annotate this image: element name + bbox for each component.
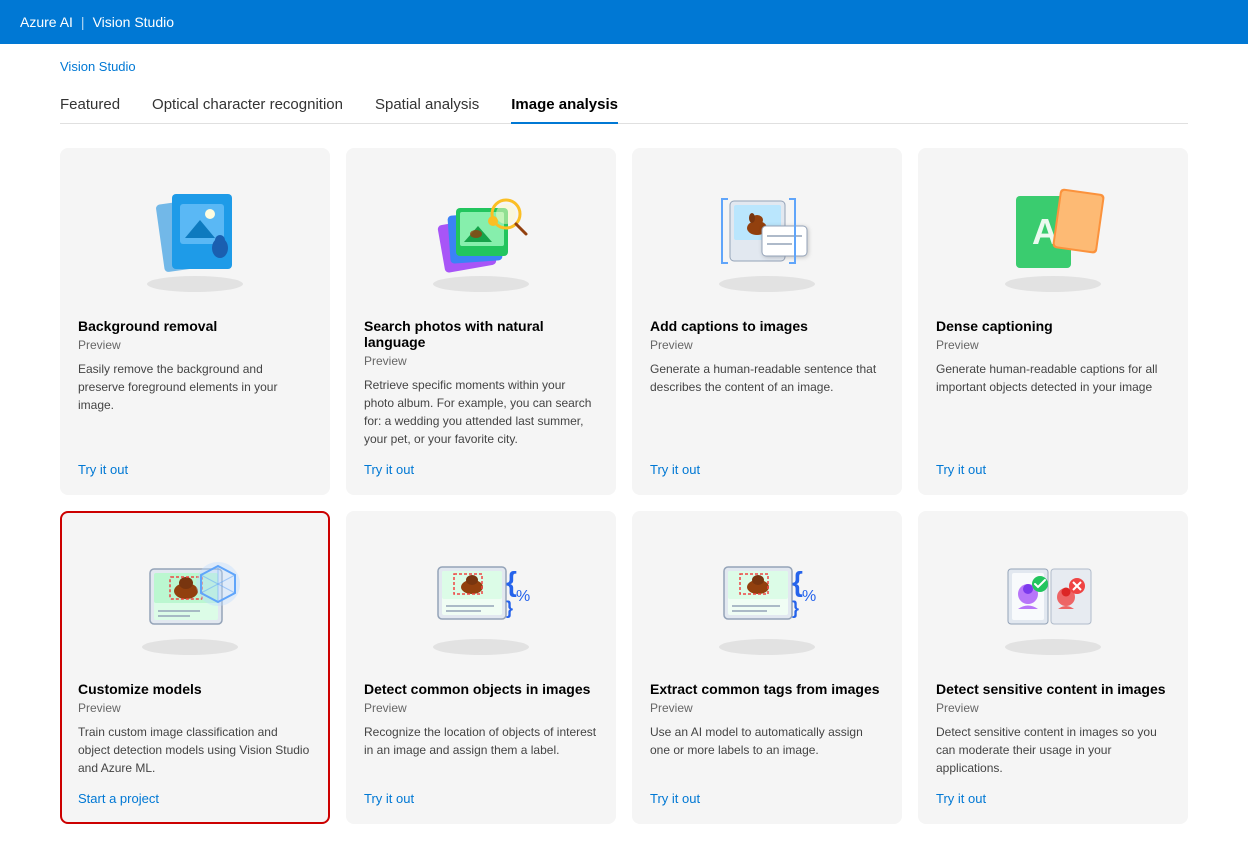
card-image-add-captions [650,166,884,306]
card-customize-models[interactable]: Customize models Preview Train custom im… [60,511,330,824]
card6-link[interactable]: Try it out [364,791,598,806]
card-add-captions[interactable]: Add captions to images Preview Generate … [632,148,902,495]
card7-desc: Use an AI model to automatically assign … [650,723,884,777]
card1-title: Background removal [78,318,312,334]
tab-image-analysis[interactable]: Image analysis [511,96,618,123]
card3-desc: Generate a human-readable sentence that … [650,360,884,448]
card-image-detect-sensitive [936,529,1170,669]
card-background-removal[interactable]: Background removal Preview Easily remove… [60,148,330,495]
card8-badge: Preview [936,701,1170,715]
card7-title: Extract common tags from images [650,681,884,697]
card-search-photos[interactable]: Search photos with natural language Prev… [346,148,616,495]
separator: | [81,14,85,30]
card8-link[interactable]: Try it out [936,791,1170,806]
card-detect-sensitive[interactable]: Detect sensitive content in images Previ… [918,511,1188,824]
breadcrumb-link[interactable]: Vision Studio [60,59,136,74]
cards-row2: Customize models Preview Train custom im… [60,511,1188,824]
card5-link[interactable]: Start a project [78,791,312,806]
tab-featured[interactable]: Featured [60,96,120,123]
tab-ocr[interactable]: Optical character recognition [152,96,343,123]
card2-desc: Retrieve specific moments within your ph… [364,376,598,448]
card8-title: Detect sensitive content in images [936,681,1170,697]
svg-text:%: % [516,588,530,605]
content-area: Vision Studio Featured Optical character… [0,44,1248,864]
breadcrumb: Vision Studio [60,44,1188,86]
card-image-search-photos [364,166,598,306]
card6-badge: Preview [364,701,598,715]
card-image-extract-tags: { } % [650,529,884,669]
card-image-dense-captioning: A [936,166,1170,306]
tab-bar: Featured Optical character recognition S… [60,86,1188,124]
card-dense-captioning[interactable]: A Dense captioning Preview Generate huma… [918,148,1188,495]
card4-desc: Generate human-readable captions for all… [936,360,1170,448]
card3-link[interactable]: Try it out [650,462,884,477]
svg-text:}: } [792,598,799,618]
card3-badge: Preview [650,338,884,352]
card-image-background-removal [78,166,312,306]
product-label: Vision Studio [93,14,174,30]
card-image-detect-objects: { } % [364,529,598,669]
card5-title: Customize models [78,681,312,697]
card-image-customize-models [78,529,312,669]
card4-link[interactable]: Try it out [936,462,1170,477]
tab-spatial[interactable]: Spatial analysis [375,96,479,123]
card2-link[interactable]: Try it out [364,462,598,477]
brand-label: Azure AI [20,14,73,30]
card2-title: Search photos with natural language [364,318,598,350]
card4-title: Dense captioning [936,318,1170,334]
cards-row1: Background removal Preview Easily remove… [60,148,1188,495]
card4-badge: Preview [936,338,1170,352]
card3-title: Add captions to images [650,318,884,334]
card5-desc: Train custom image classification and ob… [78,723,312,777]
card1-link[interactable]: Try it out [78,462,312,477]
card7-link[interactable]: Try it out [650,791,884,806]
card6-desc: Recognize the location of objects of int… [364,723,598,777]
card8-desc: Detect sensitive content in images so yo… [936,723,1170,777]
card7-badge: Preview [650,701,884,715]
svg-text:}: } [506,598,513,618]
svg-text:%: % [802,588,816,605]
card6-title: Detect common objects in images [364,681,598,697]
card1-badge: Preview [78,338,312,352]
card1-desc: Easily remove the background and preserv… [78,360,312,448]
card-detect-objects[interactable]: { } % Detect common objects in images Pr… [346,511,616,824]
top-bar: Azure AI | Vision Studio [0,0,1248,44]
card2-badge: Preview [364,354,598,368]
card-extract-tags[interactable]: { } % Extract common tags from images Pr… [632,511,902,824]
card5-badge: Preview [78,701,312,715]
